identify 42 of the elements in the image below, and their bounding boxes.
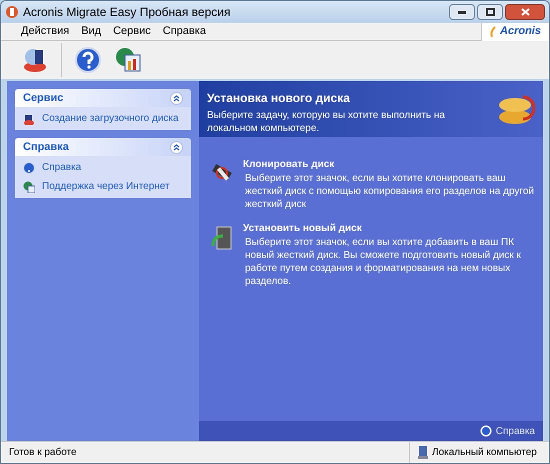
collapse-button[interactable] (170, 92, 183, 104)
menu-item[interactable]: Действия (21, 23, 70, 40)
menu-item[interactable]: Сервис (113, 23, 151, 40)
maximize-button[interactable] (477, 4, 503, 20)
task-description: Выберите этот значок, если вы хотите клонировать ваш жесткий диск с помощью копирования его разделов на другой жесткий диск (244, 172, 535, 211)
sidebar-link[interactable]: Поддержка через Интернет (42, 179, 170, 194)
menu-item[interactable]: Справка (162, 23, 206, 40)
status-text: Локальный компьютер (432, 446, 537, 460)
globe-icon (23, 180, 35, 192)
help-icon (480, 425, 492, 437)
toolbar-button[interactable] (74, 46, 102, 74)
brand-logo: Acronis (500, 24, 541, 40)
minimize-button[interactable] (449, 4, 475, 20)
task-link[interactable]: Установить новый диск (243, 221, 539, 236)
toolbar-button[interactable] (21, 46, 49, 74)
task-description: Выберите этот значок, если вы хотите добавить в ваш ПК новый жесткий диск. Вы сможете подготовить новый диск к работе путем создания и форматирования на нем новых разделов. (244, 236, 522, 288)
maximize-icon (486, 8, 494, 16)
task-link[interactable]: Клонировать диск (243, 157, 539, 172)
sidebar-link[interactable]: Справка (42, 160, 82, 175)
group-title: Справка (23, 140, 70, 155)
status-text: Готов к работе (8, 446, 78, 460)
toolbar-button[interactable] (114, 46, 142, 74)
app-icon (5, 5, 19, 19)
swoosh-logo-icon (490, 26, 496, 38)
help-icon (74, 46, 102, 74)
close-button[interactable] (505, 4, 545, 20)
globe-window-icon (114, 46, 142, 74)
collapse-button[interactable] (170, 140, 183, 154)
computer-icon (418, 446, 428, 459)
header-title: Установка нового диска (207, 90, 351, 107)
window-title: Acronis Migrate Easy Пробная версия (23, 4, 230, 21)
help-link[interactable]: Справка (496, 424, 535, 438)
close-icon (520, 8, 530, 16)
chevron-icon (173, 94, 180, 102)
help-icon (23, 162, 35, 174)
group-title: Сервис (23, 90, 64, 106)
menu-item[interactable]: Вид (81, 23, 102, 40)
header-subtitle: Выберите задачу, которую вы хотите выполнить на локальном компьютере. (207, 109, 446, 135)
sidebar-link[interactable]: Создание загрузочного диска (42, 111, 179, 126)
chevron-icon (173, 144, 180, 150)
minimize-icon (458, 10, 466, 14)
disk-rescue-icon (21, 46, 49, 74)
